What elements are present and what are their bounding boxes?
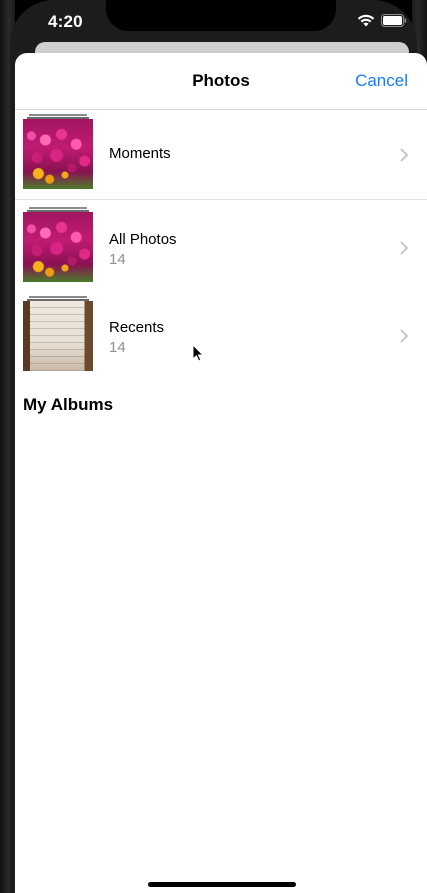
notch [106,0,336,31]
album-thumbnail [23,207,93,282]
wifi-icon [357,14,375,27]
device-frame: 4:20 Photos Cancel Moments All Photos 14… [0,0,427,893]
chevron-right-icon [400,329,408,343]
chevron-right-icon [400,241,408,255]
album-name: All Photos [109,231,177,248]
thumbnail-stack-edge [29,114,87,116]
album-count: 14 [109,339,126,356]
status-time: 4:20 [48,12,83,31]
album-row-moments[interactable]: Moments [15,110,427,200]
album-name: Recents [109,319,165,336]
cancel-button[interactable]: Cancel [355,71,408,91]
album-thumbnail [23,114,93,189]
mouse-cursor-icon [192,344,204,362]
home-indicator[interactable] [148,882,296,887]
album-name: Moments [109,145,171,162]
chevron-right-icon [400,148,408,162]
document-thumbnail [23,301,93,371]
navigation-bar: Photos Cancel [15,53,427,110]
battery-icon [381,14,407,27]
thumbnail-stack-edge [29,296,87,298]
thumbnail-stack-edge [29,207,87,209]
status-icons [357,14,407,27]
album-row-all-photos[interactable]: All Photos 14 [15,200,427,289]
album-thumbnail [23,296,93,371]
section-header-my-albums: My Albums [23,395,114,414]
album-row-recents[interactable]: Recents 14 [15,289,427,378]
flowers-thumbnail [23,212,93,282]
album-count: 14 [109,251,126,268]
photo-picker-sheet: Photos Cancel Moments All Photos 14 Rece… [15,53,427,893]
flowers-thumbnail [23,119,93,189]
